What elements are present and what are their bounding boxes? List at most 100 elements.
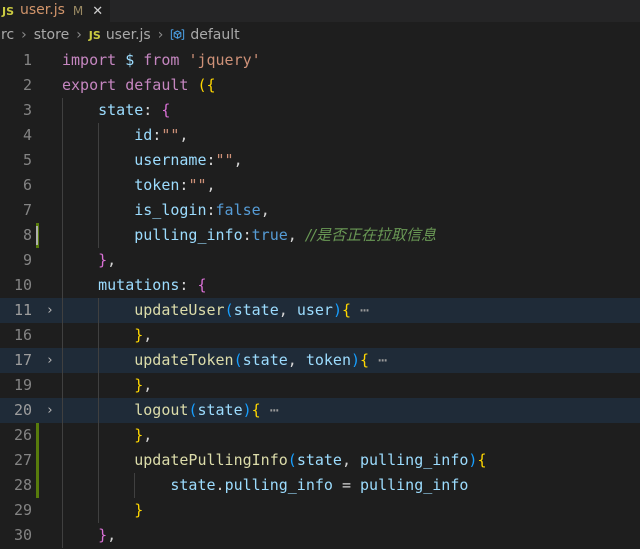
code-line[interactable]: 9 }, <box>0 248 640 273</box>
editor-tab-user-js[interactable]: JS user.js M ✕ <box>0 0 112 22</box>
code-line[interactable]: 30 }, <box>0 523 640 548</box>
breadcrumb-item-store[interactable]: store <box>33 28 70 42</box>
code-line-text: export default ({ <box>62 76 216 94</box>
gutter-change-indicator <box>36 448 39 473</box>
code-editor[interactable]: 1 import $ from 'jquery' 2 export default (… <box>0 48 640 549</box>
code-line-text: token:"", <box>134 176 216 194</box>
line-number: 20 <box>13 401 32 419</box>
vscode-window: JS user.js M ✕ rc › store › JS user.js › default 1… <box>0 0 640 549</box>
code-line[interactable]: 17 › updateToken(state, token){ ⋯ <box>0 348 640 373</box>
indent-guide <box>62 273 63 298</box>
js-file-icon: JS <box>88 28 101 42</box>
indent-guide <box>62 523 63 548</box>
line-number: 9 <box>22 251 32 269</box>
indent-guide <box>62 323 63 348</box>
indent-guide <box>62 448 63 473</box>
editor-tab-modified-badge: M <box>72 4 84 18</box>
breadcrumb-separator-icon: › <box>21 27 27 43</box>
indent-guide <box>62 348 63 373</box>
code-line[interactable]: 1 import $ from 'jquery' <box>0 48 640 73</box>
code-line[interactable]: 6 token:"", <box>0 173 640 198</box>
code-line[interactable]: 26 }, <box>0 423 640 448</box>
indent-guide <box>98 323 100 348</box>
line-number: 30 <box>13 526 32 544</box>
code-line-text: state.pulling_info = pulling_info <box>170 476 469 494</box>
namespace-symbol-icon <box>170 28 185 42</box>
code-line[interactable]: 19 }, <box>0 373 640 398</box>
gutter-change-indicator <box>36 473 39 498</box>
code-line[interactable]: 4 id:"", <box>0 123 640 148</box>
indent-guide <box>98 123 100 148</box>
code-line-text: }, <box>98 251 117 269</box>
indent-guide <box>62 198 63 223</box>
indent-guide <box>98 373 100 398</box>
indent-guide <box>62 423 63 448</box>
code-line[interactable]: 2 export default ({ <box>0 73 640 98</box>
indent-guide <box>62 123 63 148</box>
code-line[interactable]: 10 mutations: { <box>0 273 640 298</box>
breadcrumb-item-default[interactable]: default <box>169 28 240 42</box>
indent-guide <box>98 348 100 373</box>
code-line-text: updateToken(state, token){ ⋯ <box>134 351 388 369</box>
line-number: 11 <box>13 301 32 319</box>
breadcrumb-item-label: store <box>33 27 70 43</box>
code-line[interactable]: 8 pulling_info:true, //是否正在拉取信息 <box>0 223 640 248</box>
indent-guide <box>62 148 63 173</box>
chevron-right-fold-icon[interactable]: › <box>43 298 57 323</box>
code-line-text: id:"", <box>134 126 189 144</box>
line-number: 5 <box>22 151 32 169</box>
breadcrumb-separator-icon: › <box>157 27 164 43</box>
breadcrumb-item-label: rc <box>1 27 15 43</box>
line-number: 6 <box>22 176 32 194</box>
code-line[interactable]: 29 } <box>0 498 640 523</box>
chevron-right-fold-icon[interactable]: › <box>43 348 57 373</box>
indent-guide <box>62 498 63 523</box>
code-line[interactable]: 28 state.pulling_info = pulling_info <box>0 473 640 498</box>
chevron-right-fold-icon[interactable]: › <box>43 398 57 423</box>
code-line[interactable]: 20 › logout(state){ ⋯ <box>0 398 640 423</box>
code-line-text: is_login:false, <box>134 201 270 219</box>
line-number: 10 <box>13 276 32 294</box>
code-line-text: updateUser(state, user){ ⋯ <box>134 301 370 319</box>
indent-guide <box>98 473 100 498</box>
code-line-text: updatePullingInfo(state, pulling_info){ <box>134 451 487 469</box>
line-number: 19 <box>13 376 32 394</box>
code-line-text: } <box>134 501 144 519</box>
breadcrumb-separator-icon: › <box>76 27 82 43</box>
indent-guide <box>98 398 100 423</box>
breadcrumb: rc › store › JS user.js › default <box>0 22 640 48</box>
code-line[interactable]: 7 is_login:false, <box>0 198 640 223</box>
line-number: 26 <box>13 426 32 444</box>
code-line[interactable]: 3 state: { <box>0 98 640 123</box>
editor-tab-label: user.js <box>20 2 65 19</box>
code-line[interactable]: 11 › updateUser(state, user){ ⋯ <box>0 298 640 323</box>
breadcrumb-item-rc[interactable]: rc <box>0 28 15 42</box>
breadcrumb-item-user-js[interactable]: JS user.js <box>88 28 152 42</box>
indent-guide <box>98 148 100 173</box>
code-line-text: logout(state){ ⋯ <box>134 401 279 419</box>
code-line-text: }, <box>134 326 153 344</box>
code-line[interactable]: 27 updatePullingInfo(state, pulling_info… <box>0 448 640 473</box>
indent-guide <box>98 173 100 198</box>
code-line[interactable]: 16 }, <box>0 323 640 348</box>
indent-guide <box>62 248 63 273</box>
code-line-text: mutations: { <box>98 276 207 294</box>
indent-guide <box>62 98 63 123</box>
code-line-text: }, <box>98 526 117 544</box>
text-cursor <box>36 226 38 245</box>
indent-guide <box>134 473 136 498</box>
indent-guide <box>98 198 100 223</box>
indent-guide <box>62 373 63 398</box>
line-number: 29 <box>13 501 32 519</box>
line-number: 2 <box>22 76 32 94</box>
close-icon[interactable]: ✕ <box>89 5 103 18</box>
code-line-text: username:"", <box>134 151 243 169</box>
code-line-text: state: { <box>98 101 171 119</box>
line-number: 17 <box>13 351 32 369</box>
indent-guide <box>62 398 63 423</box>
code-lines: 1 import $ from 'jquery' 2 export default (… <box>0 48 640 548</box>
code-line[interactable]: 5 username:"", <box>0 148 640 173</box>
indent-guide <box>98 298 100 323</box>
line-number: 28 <box>13 476 32 494</box>
line-number: 4 <box>22 126 32 144</box>
